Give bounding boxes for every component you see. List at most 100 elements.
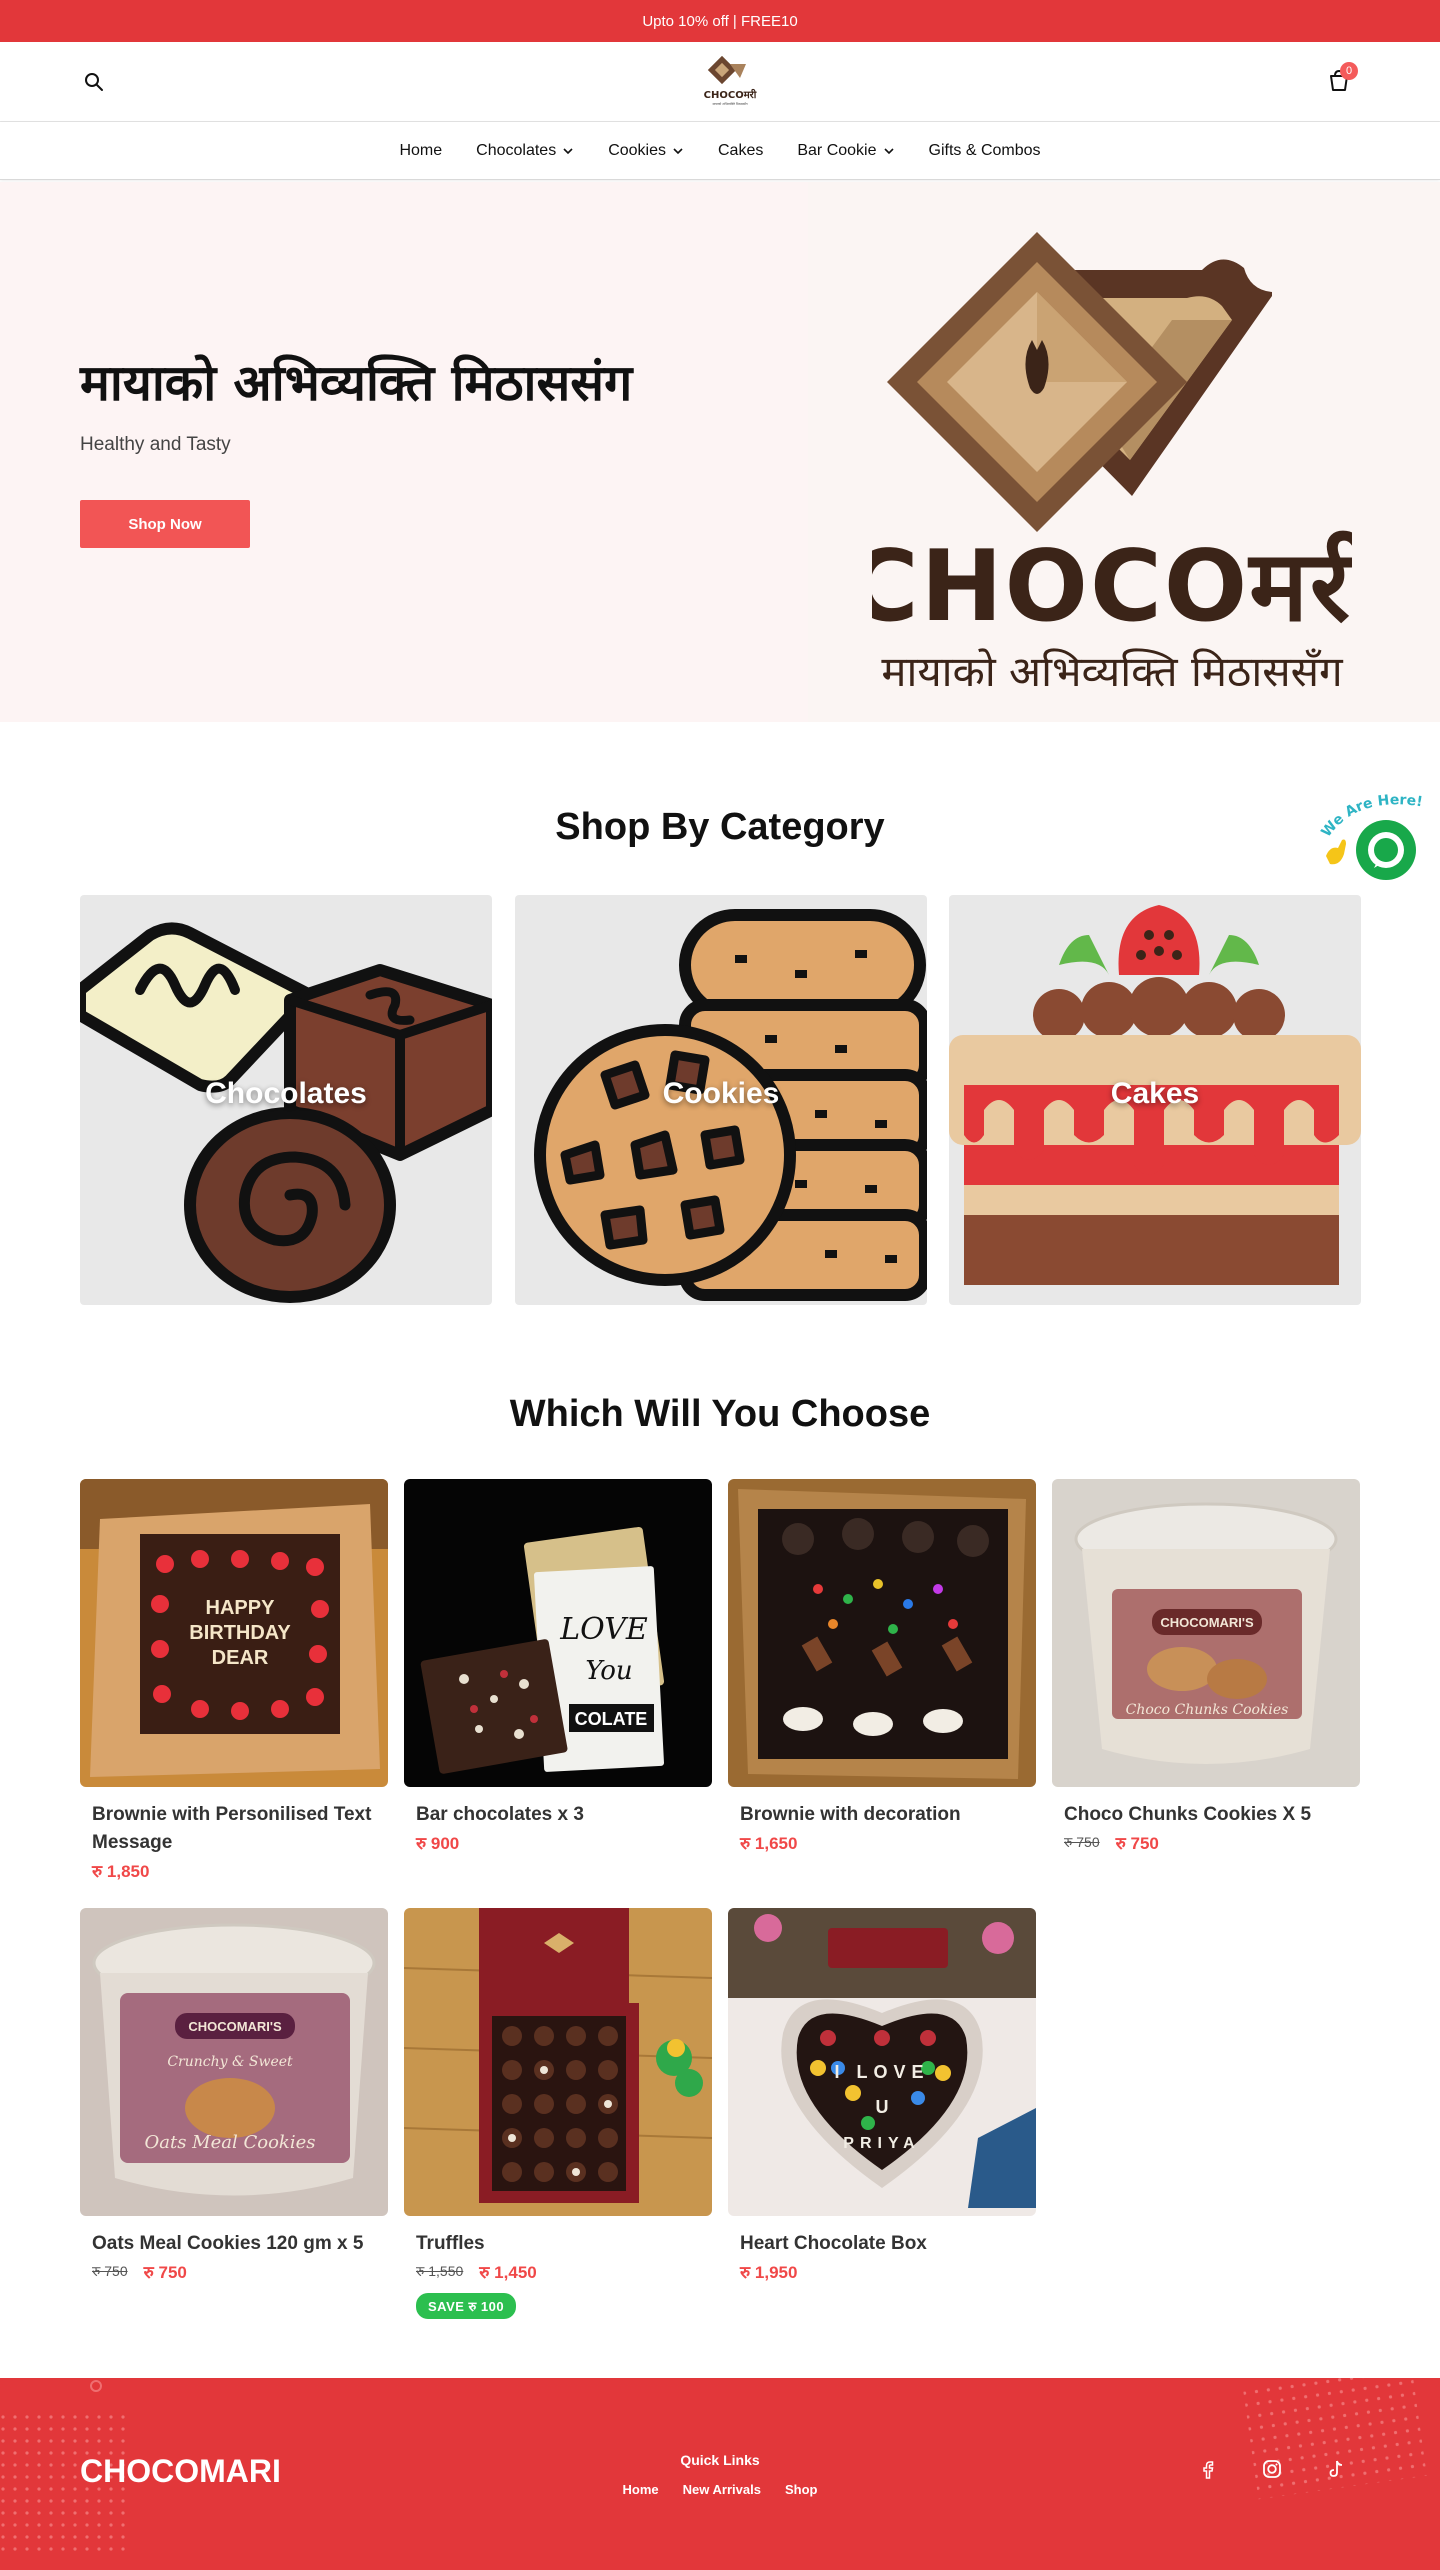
category-label: Chocolates xyxy=(205,1077,367,1110)
product-image: CHOCOMARI'S Choco Chunks Cookies xyxy=(1052,1479,1360,1787)
search-icon[interactable] xyxy=(82,70,106,94)
svg-text:CHOCOमरी: CHOCOमरी xyxy=(704,88,757,101)
nav-label: Chocolates xyxy=(476,141,557,159)
footer-link-home[interactable]: Home xyxy=(623,2482,659,2497)
nav-item-cakes[interactable]: Cakes xyxy=(718,142,763,160)
product-image: LOVE You COLATE xyxy=(404,1479,712,1787)
product-name: Truffles xyxy=(416,2233,485,2254)
product-price: रु 750 xyxy=(143,2263,187,2282)
footer-link-shop[interactable]: Shop xyxy=(785,2482,818,2497)
chevron-down-icon xyxy=(883,147,894,154)
product-old-price: रु 1,550 xyxy=(416,2263,464,2279)
shop-now-button[interactable]: Shop Now xyxy=(80,500,250,548)
product-old-price: रु 750 xyxy=(92,2263,128,2279)
site-footer: CHOCOMARI Quick Links Home New Arrivals … xyxy=(0,2378,1440,2570)
svg-text:DEAR: DEAR xyxy=(212,1647,269,1669)
category-label: Cakes xyxy=(1110,1077,1200,1110)
product-price: रु 1,650 xyxy=(740,1834,798,1853)
product-prices: रु 1,550 रु 1,450 xyxy=(416,2260,700,2283)
product-card[interactable]: I LOVE U PRIYA Heart Chocolate Box रु 1,… xyxy=(728,1908,1036,2283)
product-image xyxy=(728,1479,1036,1787)
save-badge: SAVE रु 100 xyxy=(416,2293,517,2319)
hero-banner: मायाको अभिव्यक्ति मिठाससंग Healthy and T… xyxy=(0,182,1440,722)
product-name: Heart Chocolate Box xyxy=(740,2233,927,2254)
product-image: I LOVE U PRIYA xyxy=(728,1908,1036,2216)
hero-title: मायाको अभिव्यक्ति मिठाससंग xyxy=(80,354,633,412)
quick-links: Home New Arrivals Shop xyxy=(0,2482,1440,2497)
svg-text:HAPPY: HAPPY xyxy=(206,1597,276,1619)
site-header: CHOCOमरी मायाको अभिव्यक्ति मिठाससँग 0 xyxy=(0,42,1440,122)
category-section-title: Shop By Category xyxy=(555,806,885,848)
svg-text:Choco Chunks Cookies: Choco Chunks Cookies xyxy=(1126,1702,1289,1718)
nav-item-gifts-combos[interactable]: Gifts & Combos xyxy=(929,142,1041,160)
product-price: रु 750 xyxy=(1115,1834,1159,1853)
svg-text:LOVE: LOVE xyxy=(559,1612,648,1647)
nav-label: Home xyxy=(399,141,443,159)
product-name: Brownie with Personilised Text Message xyxy=(92,1804,372,1853)
main-nav: Home Chocolates Cookies Cakes Bar Cookie… xyxy=(0,122,1440,180)
instagram-icon[interactable] xyxy=(1261,2458,1283,2480)
product-prices: रु 750 रु 750 xyxy=(92,2260,376,2283)
product-image: HAPPY BIRTHDAY DEAR xyxy=(80,1479,388,1787)
product-image-label: CHOCOMARI'S xyxy=(1160,1615,1254,1630)
product-card[interactable]: LOVE You COLATE Bar chocolates x 3 रु 90… xyxy=(404,1479,712,1854)
nav-label: Cookies xyxy=(608,141,666,159)
svg-text:I LOVE: I LOVE xyxy=(834,2062,929,2082)
nav-item-chocolates[interactable]: Chocolates xyxy=(476,142,574,160)
product-price: रु 1,450 xyxy=(479,2263,537,2282)
quick-links-title: Quick Links xyxy=(680,2452,760,2468)
product-image xyxy=(404,1908,712,2216)
product-old-price: रु 750 xyxy=(1064,1834,1100,1850)
nav-label: Gifts & Combos xyxy=(928,141,1041,159)
category-card-chocolates[interactable]: Chocolates xyxy=(80,895,492,1305)
svg-text:Oats Meal Cookies: Oats Meal Cookies xyxy=(145,2132,316,2153)
announcement-text: Upto 10% off | FREE10 xyxy=(642,12,798,30)
product-price: रु 1,850 xyxy=(92,1862,150,1881)
category-card-cookies[interactable]: Cookies xyxy=(515,895,927,1305)
svg-text:BIRTHDAY: BIRTHDAY xyxy=(189,1622,291,1644)
product-name: Choco Chunks Cookies X 5 xyxy=(1064,1804,1312,1825)
category-card-cakes[interactable]: Cakes xyxy=(949,895,1361,1305)
product-card[interactable]: Truffles रु 1,550 रु 1,450 SAVE रु 100 xyxy=(404,1908,712,2319)
product-prices: रु 900 xyxy=(416,1831,700,1854)
svg-text:U: U xyxy=(876,2097,889,2117)
tiktok-icon[interactable] xyxy=(1325,2458,1347,2480)
nav-item-bar-cookie[interactable]: Bar Cookie xyxy=(797,142,894,160)
product-name: Oats Meal Cookies 120 gm x 5 xyxy=(92,2233,364,2254)
nav-item-cookies[interactable]: Cookies xyxy=(608,142,684,160)
chevron-down-icon xyxy=(563,147,573,154)
product-prices: रु 1,950 xyxy=(740,2260,1024,2283)
nav-label: Cakes xyxy=(718,141,764,159)
product-prices: रु 750 रु 750 xyxy=(1064,1831,1348,1854)
product-price: रु 900 xyxy=(416,1834,460,1853)
product-card[interactable]: CHOCOMARI'S Crunchy & Sweet Oats Meal Co… xyxy=(80,1908,388,2283)
product-image: CHOCOMARI'S Crunchy & Sweet Oats Meal Co… xyxy=(80,1908,388,2216)
chevron-down-icon xyxy=(673,147,683,154)
product-image-label: CHOCOMARI'S xyxy=(188,2019,282,2034)
hero-logo-tagline: मायाको अभिव्यक्ति मिठाससँग xyxy=(881,647,1344,696)
footer-link-new-arrivals[interactable]: New Arrivals xyxy=(683,2482,761,2497)
nav-item-home[interactable]: Home xyxy=(399,142,442,160)
product-prices: रु 1,650 xyxy=(740,1831,1024,1854)
cart-count-badge: 0 xyxy=(1340,62,1358,80)
hero-logo-word: CHOCOमरी xyxy=(872,530,1352,644)
brand-logo[interactable]: CHOCOमरी मायाको अभिव्यक्ति मिठाससँग xyxy=(700,56,760,108)
product-prices: रु 1,850 xyxy=(92,1859,376,1882)
product-price: रु 1,950 xyxy=(740,2263,798,2282)
category-label: Cookies xyxy=(662,1077,780,1110)
waving-hand-icon xyxy=(1326,839,1346,865)
product-name: Bar chocolates x 3 xyxy=(416,1804,584,1825)
svg-text:Crunchy & Sweet: Crunchy & Sweet xyxy=(167,2054,293,2070)
hero-subtitle: Healthy and Tasty xyxy=(80,434,231,455)
chocomari-logo-image: CHOCOमरी मायाको अभिव्यक्ति मिठाससँग xyxy=(872,232,1352,696)
product-card[interactable]: CHOCOMARI'S Choco Chunks Cookies Choco C… xyxy=(1052,1479,1360,1854)
svg-text:मायाको अभिव्यक्ति मिठाससँग: मायाको अभिव्यक्ति मिठाससँग xyxy=(712,102,747,106)
products-section-title: Which Will You Choose xyxy=(509,1393,931,1435)
product-card[interactable]: HAPPY BIRTHDAY DEAR Brownie with Personi… xyxy=(80,1479,388,1882)
svg-text:COLATE: COLATE xyxy=(575,1709,648,1729)
product-name: Brownie with decoration xyxy=(740,1804,961,1825)
facebook-icon[interactable] xyxy=(1197,2458,1219,2480)
chat-widget[interactable]: We Are Here! xyxy=(1318,788,1438,888)
product-card[interactable]: Brownie with decoration रु 1,650 xyxy=(728,1479,1036,1854)
announcement-bar: Upto 10% off | FREE10 xyxy=(0,0,1440,42)
